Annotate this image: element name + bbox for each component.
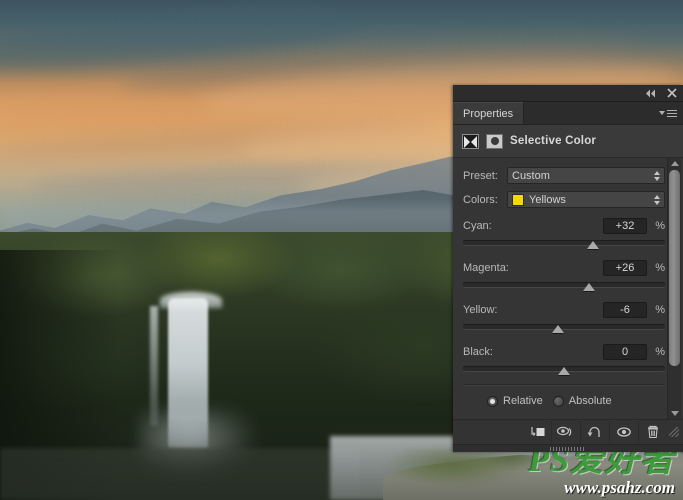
slider-group-magenta: Magenta: +26 % <box>463 260 665 292</box>
black-unit: % <box>647 346 665 358</box>
panel-grabber-icon[interactable] <box>550 447 586 451</box>
adjustment-title: Selective Color <box>510 135 596 147</box>
panel-footer <box>453 419 683 444</box>
preset-dropdown[interactable]: Custom <box>507 167 665 184</box>
cyan-unit: % <box>647 220 665 232</box>
yellow-slider-track[interactable] <box>463 324 665 330</box>
panel-bottom-edge[interactable] <box>453 444 683 452</box>
delete-layer-button[interactable] <box>638 421 667 443</box>
color-swatch-icon <box>512 194 524 206</box>
scroll-down-arrow-icon[interactable] <box>668 408 681 419</box>
layer-mask-thumbnail-icon[interactable] <box>486 134 503 149</box>
cyan-slider-track[interactable] <box>463 240 665 246</box>
radio-absolute-label: Absolute <box>569 395 612 407</box>
magenta-label: Magenta: <box>463 262 603 274</box>
magenta-unit: % <box>647 262 665 274</box>
clip-to-layer-button[interactable] <box>523 421 551 443</box>
cyan-label: Cyan: <box>463 220 603 232</box>
yellow-value-input[interactable]: -6 <box>603 302 647 318</box>
eye-previous-state-icon <box>556 425 576 439</box>
eye-icon <box>615 425 633 439</box>
slider-group-cyan: Cyan: +32 % <box>463 218 665 250</box>
watermark-url: www.psahz.com <box>528 479 675 496</box>
scroll-up-arrow-icon[interactable] <box>668 158 681 169</box>
panel-vertical-scrollbar[interactable] <box>667 158 681 419</box>
yellow-label: Yellow: <box>463 304 603 316</box>
yellow-slider-thumb[interactable] <box>552 325 564 333</box>
trash-icon <box>645 425 661 439</box>
cyan-slider[interactable] <box>463 238 665 250</box>
panel-topbar <box>453 85 683 102</box>
yellow-slider[interactable] <box>463 322 665 334</box>
black-slider-thumb[interactable] <box>558 367 570 375</box>
colors-label: Colors: <box>463 194 507 206</box>
colors-value: Yellows <box>529 194 649 206</box>
panel-body: Preset: Custom Colors: Yellows Cyan: <box>453 158 683 419</box>
colors-dropdown[interactable]: Yellows <box>507 191 665 208</box>
spinner-arrows-icon <box>654 171 660 181</box>
black-slider[interactable] <box>463 364 665 376</box>
close-panel-button[interactable] <box>667 88 677 98</box>
yellow-unit: % <box>647 304 665 316</box>
preset-label: Preset: <box>463 170 507 182</box>
radio-relative[interactable]: Relative <box>487 395 543 407</box>
chevron-down-icon <box>659 111 665 115</box>
black-value-input[interactable]: 0 <box>603 344 647 360</box>
screenshot-root: PS爱好者 www.psahz.com Properties <box>0 0 683 500</box>
slider-group-black: Black: 0 % <box>463 344 665 376</box>
cyan-value-input[interactable]: +32 <box>603 218 647 234</box>
collapse-panel-button[interactable] <box>645 89 657 98</box>
panel-menu-button[interactable] <box>659 102 683 124</box>
reset-arrow-icon <box>586 425 604 439</box>
clip-to-layer-icon <box>528 425 546 439</box>
black-label: Black: <box>463 346 603 358</box>
waterfall-secondary-stream <box>150 306 158 426</box>
reset-button[interactable] <box>580 421 609 443</box>
slider-head-black: Black: 0 % <box>463 344 665 360</box>
radio-absolute-dot-icon <box>553 396 564 407</box>
method-radio-row: Relative Absolute <box>463 386 665 415</box>
properties-panel[interactable]: Properties Selective Color Preset: Custo… <box>453 85 683 452</box>
magenta-slider-track[interactable] <box>463 282 665 288</box>
preset-value: Custom <box>512 170 649 182</box>
foreground-rocks-left <box>0 448 360 500</box>
cyan-slider-thumb[interactable] <box>587 241 599 249</box>
resize-grip-icon[interactable] <box>669 427 679 437</box>
toggle-previous-state-button[interactable] <box>551 421 580 443</box>
adjustment-header: Selective Color <box>453 125 683 158</box>
slider-head-magenta: Magenta: +26 % <box>463 260 665 276</box>
scrollbar-thumb[interactable] <box>669 170 680 366</box>
cliff-moss <box>383 448 533 488</box>
slider-head-yellow: Yellow: -6 % <box>463 302 665 318</box>
radio-absolute[interactable]: Absolute <box>553 395 612 407</box>
slider-head-cyan: Cyan: +32 % <box>463 218 665 234</box>
slider-group-yellow: Yellow: -6 % <box>463 302 665 334</box>
selective-color-icon <box>462 134 479 149</box>
tab-properties[interactable]: Properties <box>453 102 524 124</box>
hamburger-icon <box>667 110 677 117</box>
panel-tab-row: Properties <box>453 102 683 125</box>
radio-relative-label: Relative <box>503 395 543 407</box>
double-left-arrow-icon <box>645 89 657 98</box>
colors-row: Colors: Yellows <box>463 191 665 208</box>
magenta-slider[interactable] <box>463 280 665 292</box>
spinner-arrows-icon <box>654 195 660 205</box>
preset-row: Preset: Custom <box>463 167 665 184</box>
magenta-slider-thumb[interactable] <box>583 283 595 291</box>
radio-relative-dot-icon <box>487 396 498 407</box>
magenta-value-input[interactable]: +26 <box>603 260 647 276</box>
tab-filler <box>524 102 659 124</box>
toggle-visibility-button[interactable] <box>609 421 638 443</box>
close-icon <box>667 88 677 98</box>
tab-properties-label: Properties <box>463 108 513 120</box>
